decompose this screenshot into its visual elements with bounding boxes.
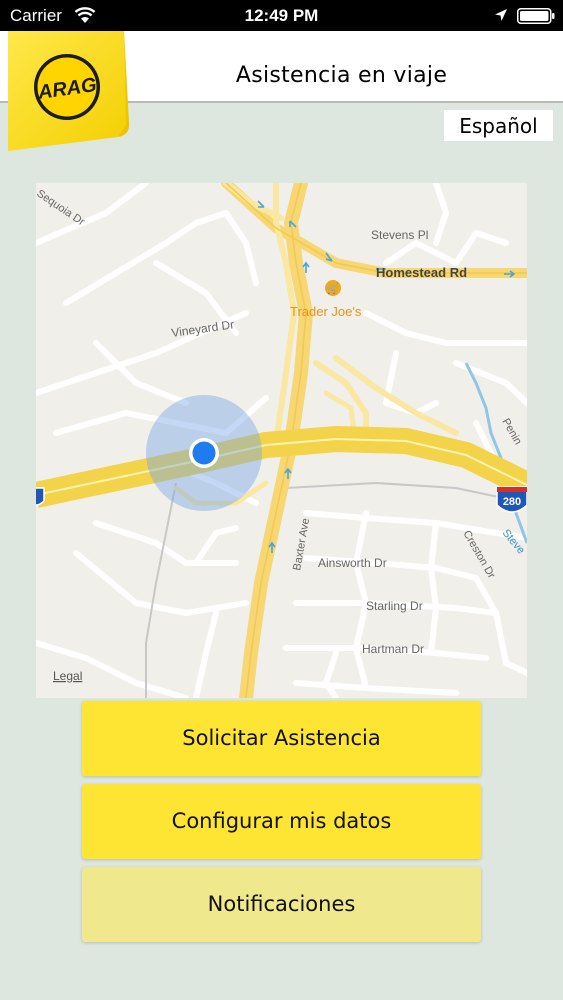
street-label: Vineyard Dr xyxy=(170,317,234,340)
status-bar: Carrier 12:49 PM xyxy=(0,0,563,31)
street-label: Starling Dr xyxy=(366,599,423,613)
clock: 12:49 PM xyxy=(244,6,319,25)
arag-logo: ARAG xyxy=(8,31,130,151)
shopping-cart-icon: 🛒 xyxy=(327,282,339,295)
language-selector[interactable]: Español xyxy=(443,109,554,142)
street-label: Baxter Ave xyxy=(291,517,312,571)
location-services-icon xyxy=(495,9,507,21)
street-label: Hartman Dr xyxy=(362,642,424,656)
notifications-button[interactable]: Notificaciones xyxy=(82,867,481,942)
svg-text:280: 280 xyxy=(503,496,521,508)
highway-shield xyxy=(36,487,45,506)
page-title: Asistencia en viaje xyxy=(235,63,448,88)
poi-trader-joes[interactable]: Trader Joe's xyxy=(290,304,362,319)
street-label: Ainsworth Dr xyxy=(318,556,387,570)
request-assistance-button[interactable]: Solicitar Asistencia xyxy=(82,701,481,776)
street-label: Stevens Pl xyxy=(371,228,428,242)
street-label: Penin xyxy=(499,417,523,447)
configure-data-button[interactable]: Configurar mis datos xyxy=(82,784,481,859)
battery-icon xyxy=(517,8,555,24)
highway-shield: 280 xyxy=(496,486,527,513)
map-view[interactable]: 🛒 Trader Joe's Sequoia Dr Stevens Pl Hom… xyxy=(36,183,527,698)
street-label: Sequoia Dr xyxy=(36,188,87,229)
street-label: Homestead Rd xyxy=(376,265,467,280)
map-legal-link[interactable]: Legal xyxy=(53,669,82,683)
